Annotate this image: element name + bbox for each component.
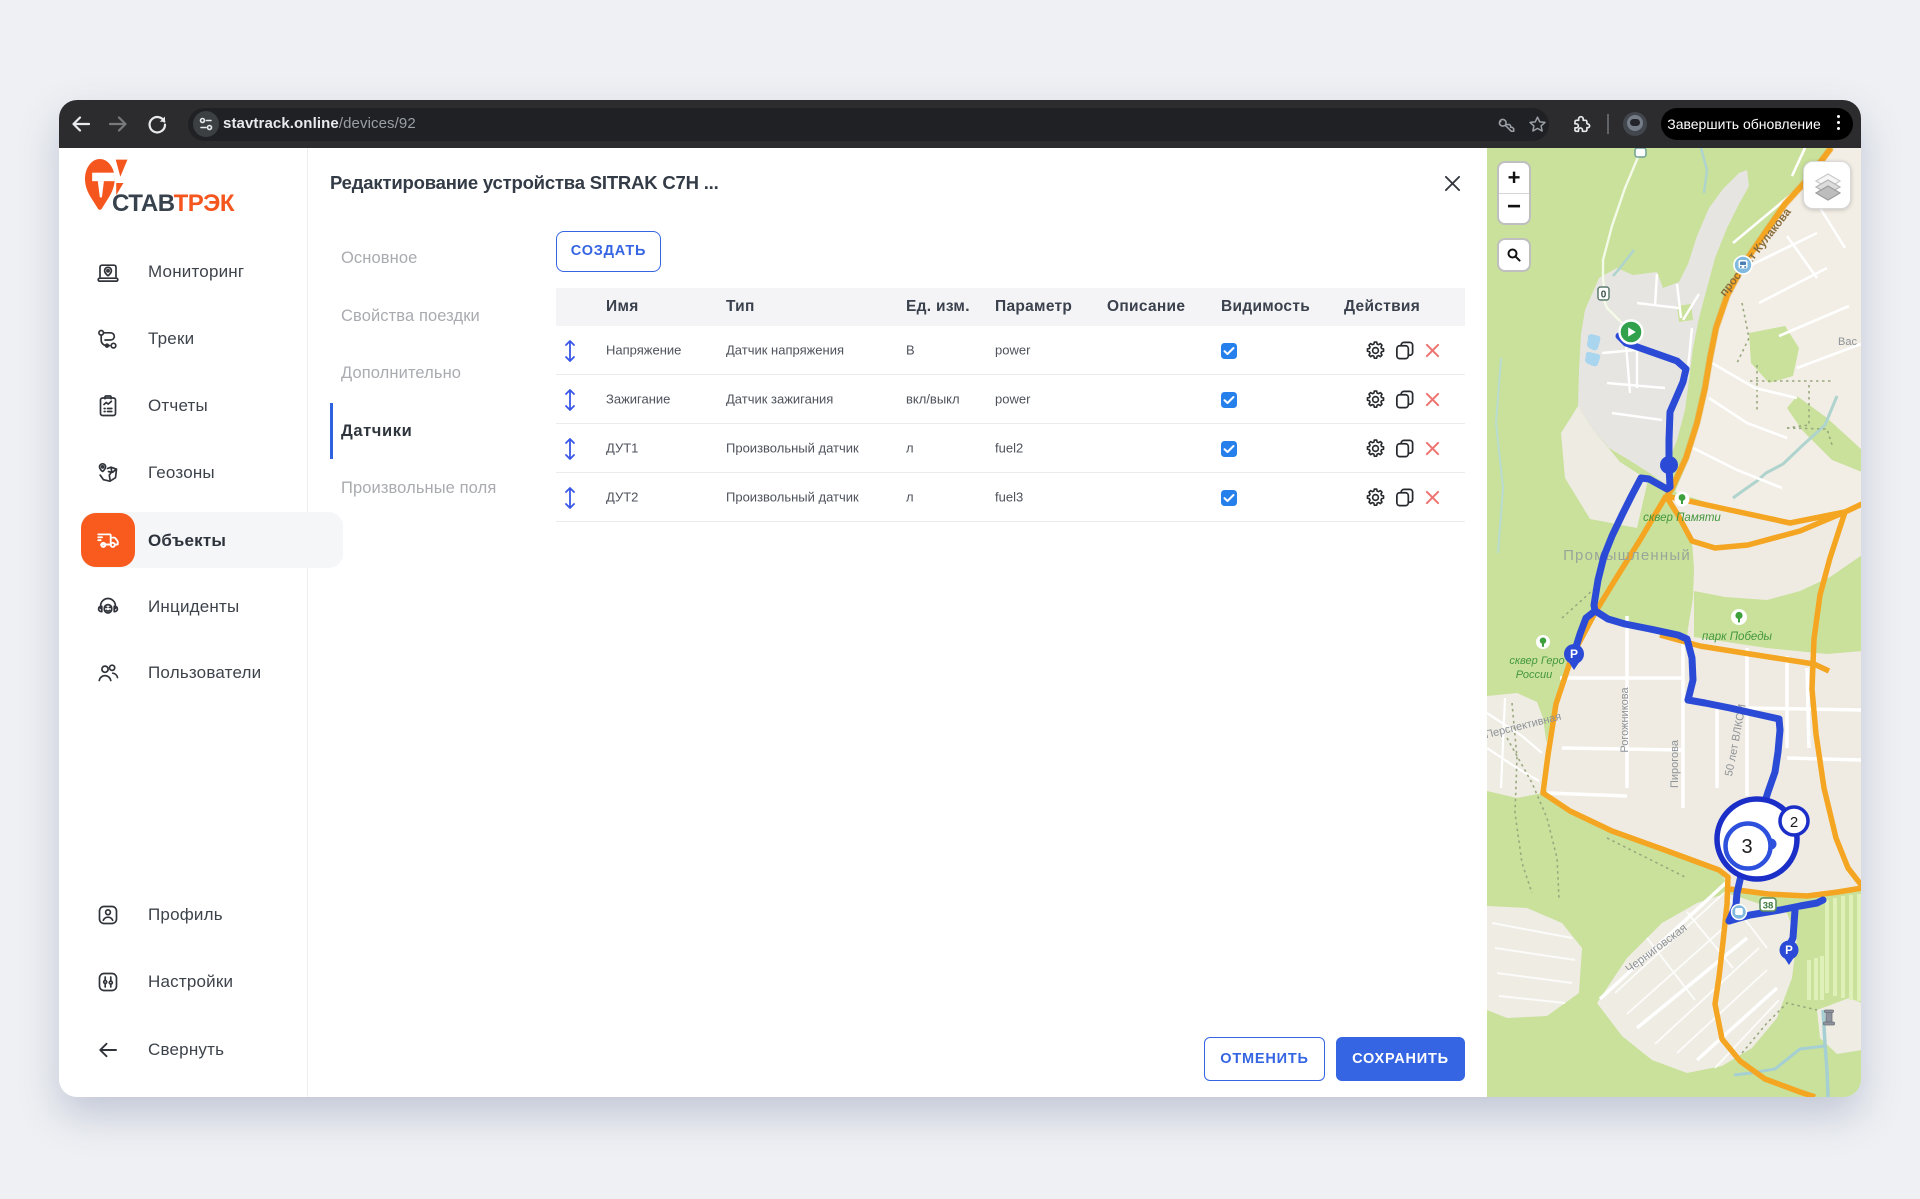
svg-text:2: 2: [1790, 814, 1798, 831]
svg-text:парк Победы: парк Победы: [1702, 631, 1773, 643]
svg-text:0: 0: [1601, 290, 1607, 301]
svg-text:России: России: [1516, 669, 1553, 681]
svg-text:сквер Памяти: сквер Памяти: [1643, 512, 1721, 524]
svg-text:сквер Геро: сквер Геро: [1509, 655, 1564, 667]
svg-text:38: 38: [1763, 901, 1774, 912]
svg-text:Пирогова: Пирогова: [1669, 739, 1681, 788]
svg-text:Промышленный: Промышленный: [1563, 547, 1691, 564]
svg-text:P: P: [1570, 647, 1578, 661]
svg-text:Рогожникова: Рогожникова: [1619, 687, 1631, 753]
svg-text:P: P: [1785, 945, 1793, 957]
svg-text:3: 3: [1741, 836, 1752, 858]
svg-text:Вас: Вас: [1838, 336, 1857, 348]
